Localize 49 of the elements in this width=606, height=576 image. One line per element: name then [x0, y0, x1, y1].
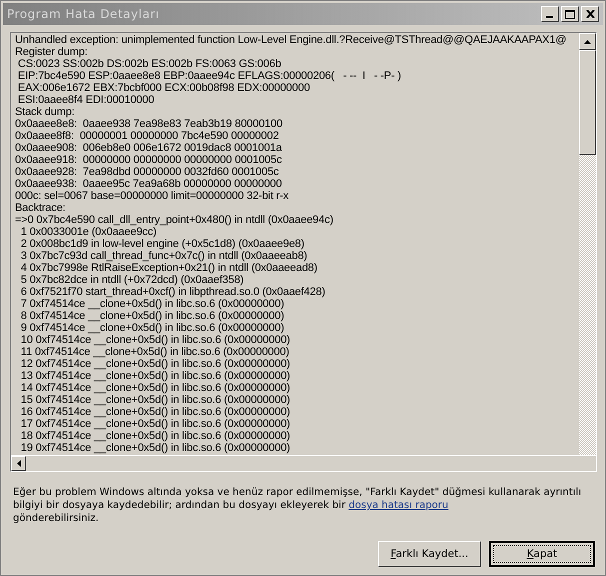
log-line: 0x0aaee8f8: 00000001 00000000 7bc4e590 00000002: [15, 130, 280, 142]
up-arrow-icon: [584, 40, 591, 44]
log-line: =>0 0x7bc4e590 call_dll_entry_point+0x480() in ntdll (0x0aaee94c): [15, 214, 334, 226]
log-line: 8 0xf74514ce __clone+0x5d() in libc.so.6 (0x00000000): [20, 310, 286, 322]
minimize-button[interactable]: [541, 6, 559, 22]
bug-report-link[interactable]: dosya hatası raporu: [348, 500, 448, 511]
log-line: 2 0x008bc1d9 in low-level engine (+0x5c1d8) (0x0aaee9e8): [20, 238, 306, 250]
log-line: 0x0aaee8e8: 0aaee938 7ea98e83 7eab3b19 80000100: [15, 118, 284, 130]
log-line: 16 0xf74514ce __clone+0x5d() in libc.so.6 (0x00000000): [20, 406, 292, 418]
log-line: 000c: sel=0067 base=00000000 limit=00000000 32-bit r-x: [15, 190, 290, 202]
log-line: EIP:7bc4e590 ESP:0aaee8e8 EBP:0aaee94c EFLAGS:00000206( - -- I - -P- ): [16, 70, 402, 82]
window-title: Program Hata Detayları: [7, 7, 160, 21]
log-line: 5 0x7bc82dce in ntdll (+0x72dcd) (0x0aaef358): [20, 274, 245, 286]
log-line: 0x0aaee938: 0aaee95c 7ea9a68b 00000000 00000000: [15, 178, 283, 190]
log-line: 4 0x7bc7998e RtlRaiseException+0x21() in ntdll (0x0aaeead8): [20, 262, 318, 274]
log-line: 14 0xf74514ce __clone+0x5d() in libc.so.6 (0x00000000): [20, 382, 292, 394]
log-line: 9 0xf74514ce __clone+0x5d() in libc.so.6 (0x00000000): [20, 322, 286, 334]
log-line: 7 0xf74514ce __clone+0x5d() in libc.so.6 (0x00000000): [20, 298, 286, 310]
log-line: 0x0aaee908: 006eb8e0 006e1672 0019dac8 0001001a: [15, 142, 283, 154]
left-arrow-icon: [16, 460, 20, 467]
log-line: 3 0x7bc7c93d call_thread_func+0x7c() in ntdll (0x0aaeeab8): [20, 250, 308, 262]
log-line: 10 0xf74514ce __clone+0x5d() in libc.so.6 (0x00000000): [20, 334, 292, 346]
log-line: Backtrace:: [15, 202, 66, 214]
log-line: 13 0xf74514ce __clone+0x5d() in libc.so.6 (0x00000000): [20, 370, 292, 382]
log-line: 6 0xf7521f70 start_thread+0xcf() in libpthread.so.0 (0x0aaef428): [20, 286, 326, 298]
save-as-button[interactable]: Farklı Kaydet...: [378, 541, 481, 567]
log-line: 0x0aaee918: 00000000 00000000 00000000 0001005c: [15, 154, 283, 166]
help-message: Eğer bu problem Windows altında yoksa ve henüz rapor edilmemişse, "Farklı Kaydet" düğmesi kullanarak ayrıntılı bilgiyi bir dosyaya kaydedebilir; ardından bu dosyayı ekleyerek bir dosya hatası raporu gönderebilirsiniz.: [13, 486, 582, 525]
log-line: EAX:006e1672 EBX:7bcbf000 ECX:00b08f98 EDX:00000000: [16, 82, 311, 94]
log-line: 12 0xf74514ce __clone+0x5d() in libc.so.6 (0x00000000): [20, 358, 292, 370]
log-line: 1 0x0033001e (0x0aaee9cc): [20, 226, 158, 238]
log-line: 19 0xf74514ce __clone+0x5d() in libc.so.6 (0x00000000): [20, 442, 292, 454]
log-line: Stack dump:: [15, 106, 76, 118]
log-line: Register dump:: [15, 46, 88, 58]
maximize-button[interactable]: [561, 6, 579, 22]
log-line: 17 0xf74514ce __clone+0x5d() in libc.so.6 (0x00000000): [20, 418, 292, 430]
maximize-icon: [565, 10, 575, 18]
log-line: 15 0xf74514ce __clone+0x5d() in libc.so.6 (0x00000000): [20, 394, 292, 406]
close-icon: [586, 10, 594, 18]
vertical-scrollbar[interactable]: [579, 33, 596, 455]
log-line: Unhandled exception: unimplemented function Low-Level Engine.dll.?Receive@TSThread@@QAEJAAKAAPAX1@: [15, 34, 568, 46]
close-dialog-button[interactable]: Kapat: [489, 541, 595, 567]
close-button[interactable]: [581, 6, 599, 22]
log-line: 0x0aaee928: 7ea98dbd 00000000 0032fd60 0001005c: [15, 166, 280, 178]
horizontal-scrollbar[interactable]: [11, 455, 596, 471]
log-line: CS:0023 SS:002b DS:002b ES:002b FS:0063 GS:006b: [16, 58, 282, 70]
log-line: 11 0xf74514ce __clone+0x5d() in libc.so.6 (0x00000000): [20, 346, 290, 358]
log-line: ESI:0aaee8f4 EDI:00010000: [16, 94, 156, 106]
log-line: 18 0xf74514ce __clone+0x5d() in libc.so.6 (0x00000000): [20, 430, 292, 442]
